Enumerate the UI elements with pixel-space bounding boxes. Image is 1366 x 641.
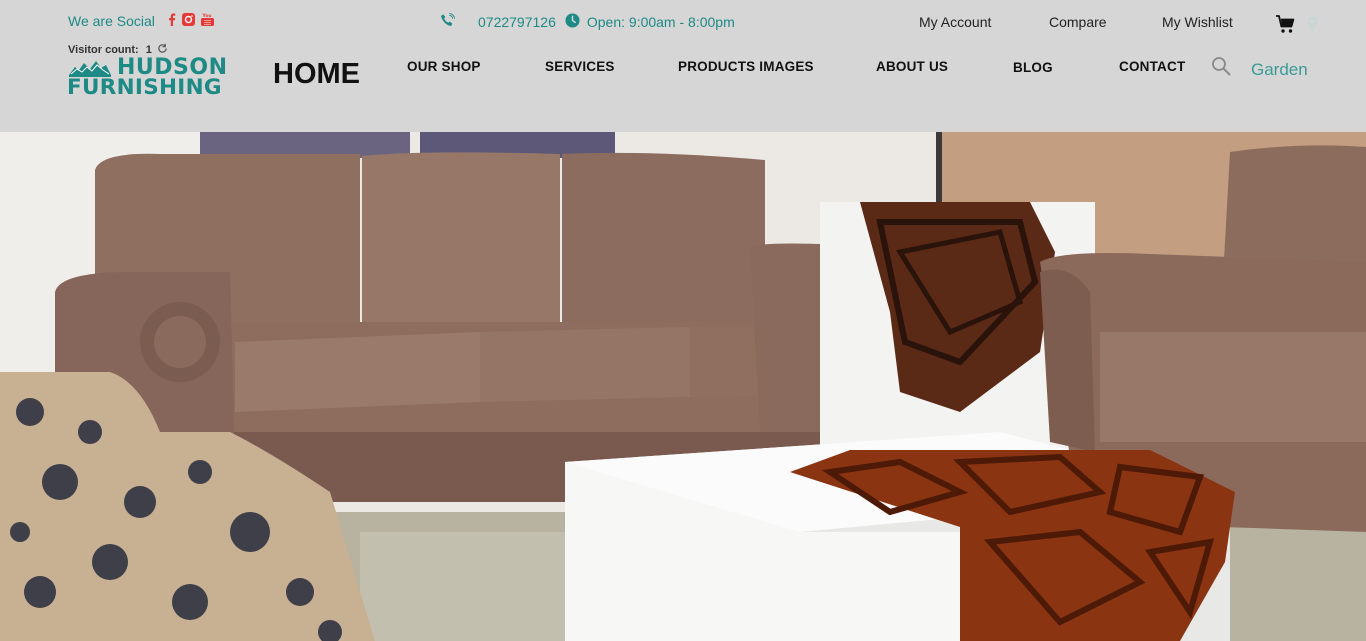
- svg-text:You: You: [201, 13, 211, 19]
- logo-line-2: FURNISHING: [67, 75, 222, 100]
- opening-hours: Open: 9:00am - 8:00pm: [586, 14, 735, 30]
- page-title: HOME: [273, 58, 360, 90]
- nav-about-us[interactable]: ABOUT US: [876, 59, 948, 74]
- instagram-icon[interactable]: [181, 13, 195, 29]
- nav-services[interactable]: SERVICES: [545, 59, 615, 74]
- site-header: We are Social You Visitor count: 1 HUDSO…: [0, 0, 1366, 132]
- clock-icon: [565, 13, 580, 31]
- phone-number[interactable]: 0722797126: [478, 14, 556, 30]
- social-bar: We are Social You: [68, 13, 220, 29]
- nav-blog[interactable]: BLOG: [1013, 60, 1053, 75]
- facebook-icon[interactable]: [168, 13, 176, 29]
- nav-contact[interactable]: CONTACT: [1119, 59, 1185, 74]
- contact-info: 0722797126 Open: 9:00am - 8:00pm: [440, 13, 735, 31]
- nav-products-images[interactable]: PRODUCTS IMAGES: [678, 59, 814, 74]
- location-selector[interactable]: Garden: [1251, 60, 1308, 80]
- nav-our-shop[interactable]: OUR SHOP: [407, 59, 481, 74]
- hero-furniture-photo: [0, 132, 1366, 641]
- search-icon[interactable]: [1211, 56, 1231, 81]
- cart-icon[interactable]: [1275, 15, 1295, 39]
- my-account-link[interactable]: My Account: [919, 14, 991, 30]
- compare-link[interactable]: Compare: [1049, 14, 1107, 30]
- social-label: We are Social: [68, 13, 155, 29]
- wishlist-link[interactable]: My Wishlist: [1162, 14, 1233, 30]
- site-logo[interactable]: HUDSON FURNISHING: [67, 55, 237, 100]
- hero-image: [0, 132, 1366, 641]
- location-pin-icon[interactable]: [1307, 16, 1318, 37]
- phone-icon: [440, 13, 455, 31]
- youtube-icon[interactable]: You: [200, 13, 214, 29]
